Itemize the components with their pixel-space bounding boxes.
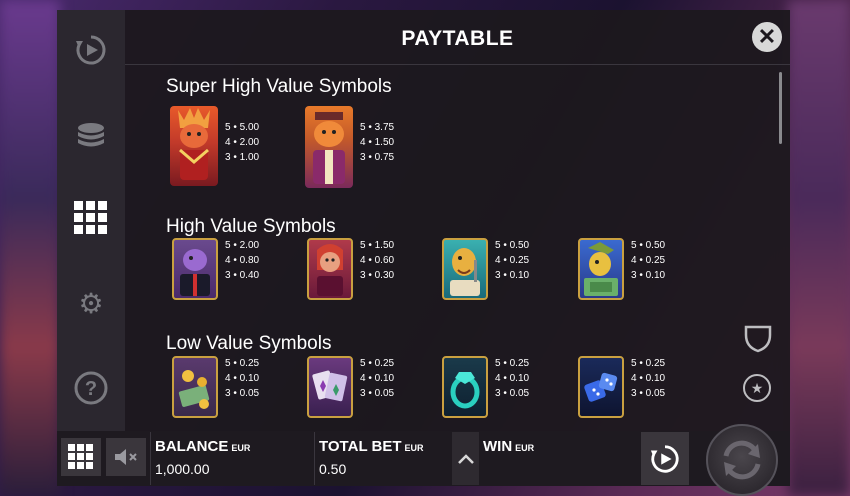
bet-label: TOTAL BET EUR <box>319 438 452 455</box>
symbol-dino-cash-blue: 5 • 0.50 4 • 0.25 3 • 0.10 <box>578 238 665 300</box>
paytable-values: 5 • 2.00 4 • 0.80 3 • 0.40 <box>225 238 259 283</box>
pay-3: 3 • 0.05 <box>631 388 666 399</box>
money-gold-icon <box>172 356 218 418</box>
pay-3: 3 • 0.05 <box>360 388 395 399</box>
pay-4: 4 • 0.25 <box>495 255 530 266</box>
paytable-values: 5 • 0.25 4 • 0.10 3 • 0.05 <box>495 356 529 401</box>
dino-lady-red-icon <box>170 106 218 186</box>
pay-3: 3 • 0.10 <box>495 270 530 281</box>
paytable-values: 5 • 0.25 4 • 0.10 3 • 0.05 <box>360 356 394 401</box>
pay-5: 5 • 0.25 <box>225 358 260 369</box>
coins-icon[interactable] <box>73 118 109 154</box>
scrollbar[interactable] <box>779 72 782 144</box>
balance-label: BALANCE EUR <box>155 438 314 455</box>
pay-4: 4 • 0.10 <box>631 373 666 384</box>
win-label: WIN EUR <box>483 438 641 455</box>
title-divider <box>125 64 790 65</box>
pay-5: 5 • 1.50 <box>360 240 395 251</box>
pay-5: 5 • 2.00 <box>225 240 260 251</box>
pay-5: 5 • 0.25 <box>495 358 530 369</box>
section-title-super-high: Super High Value Symbols <box>166 76 392 97</box>
background-right <box>788 0 850 496</box>
pay-5: 5 • 3.75 <box>360 122 395 133</box>
sidebar: ⚙ ? <box>57 10 125 431</box>
win-currency: EUR <box>515 443 535 453</box>
section-title-high: High Value Symbols <box>166 216 336 237</box>
symbol-dino-gent-orange: 5 • 3.75 4 • 1.50 3 • 0.75 <box>305 106 394 188</box>
balance-field: BALANCE EUR 1,000.00 <box>150 432 314 485</box>
pay-3: 3 • 0.05 <box>495 388 530 399</box>
balance-label-text: BALANCE <box>155 438 229 455</box>
symbol-cards-purple: 5 • 0.25 4 • 0.10 3 • 0.05 <box>307 356 394 418</box>
pay-4: 4 • 0.10 <box>225 373 260 384</box>
star-icon[interactable]: ★ <box>743 374 771 402</box>
grid-icon[interactable] <box>73 200 109 236</box>
dino-singer-teal-icon <box>442 238 488 300</box>
balance-value: 1,000.00 <box>155 461 210 477</box>
symbol-ring-teal: 5 • 0.25 4 • 0.10 3 • 0.05 <box>442 356 529 418</box>
symbol-dice-blue: 5 • 0.25 4 • 0.10 3 • 0.05 <box>578 356 665 418</box>
paytable-values: 5 • 0.25 4 • 0.10 3 • 0.05 <box>631 356 665 401</box>
pay-4: 4 • 0.80 <box>225 255 260 266</box>
pay-5: 5 • 0.25 <box>360 358 395 369</box>
paytable-values: 5 • 3.75 4 • 1.50 3 • 0.75 <box>360 120 394 165</box>
svg-text:?: ? <box>85 378 97 400</box>
dice-blue-icon <box>578 356 624 418</box>
autoplay-icon[interactable] <box>73 32 109 68</box>
symbol-money-gold: 5 • 0.25 4 • 0.10 3 • 0.05 <box>172 356 259 418</box>
help-icon[interactable]: ? <box>73 370 109 406</box>
bet-currency: EUR <box>404 443 424 453</box>
dino-gent-orange-icon <box>305 106 353 188</box>
pay-4: 4 • 0.10 <box>360 373 395 384</box>
background-left <box>0 0 60 496</box>
dino-diva-red-icon <box>307 238 353 300</box>
paytable-values: 5 • 0.50 4 • 0.25 3 • 0.10 <box>495 238 529 283</box>
cards-purple-icon <box>307 356 353 418</box>
paytable-values: 5 • 0.50 4 • 0.25 3 • 0.10 <box>631 238 665 283</box>
pay-5: 5 • 5.00 <box>225 122 260 133</box>
section-title-low: Low Value Symbols <box>166 333 332 354</box>
balance-currency: EUR <box>231 443 251 453</box>
autoplay-button[interactable] <box>641 432 689 485</box>
pay-3: 3 • 0.40 <box>225 270 260 281</box>
pay-4: 4 • 0.10 <box>495 373 530 384</box>
bet-label-text: TOTAL BET <box>319 438 402 455</box>
dino-mobster-purple-icon <box>172 238 218 300</box>
pay-3: 3 • 0.75 <box>360 152 395 163</box>
pay-3: 3 • 1.00 <box>225 152 260 163</box>
symbol-dino-diva-red: 5 • 1.50 4 • 0.60 3 • 0.30 <box>307 238 394 300</box>
pay-5: 5 • 0.50 <box>631 240 666 251</box>
win-field: WIN EUR <box>479 432 641 485</box>
total-bet-field: TOTAL BET EUR 0.50 <box>314 432 452 485</box>
pay-3: 3 • 0.10 <box>631 270 666 281</box>
pay-4: 4 • 0.25 <box>631 255 666 266</box>
speaker-mute-icon[interactable] <box>106 438 146 476</box>
pay-4: 4 • 2.00 <box>225 137 260 148</box>
pay-5: 5 • 0.25 <box>631 358 666 369</box>
close-icon[interactable]: ✕ <box>752 22 782 52</box>
paytable-values: 5 • 5.00 4 • 2.00 3 • 1.00 <box>225 120 259 165</box>
pay-3: 3 • 0.30 <box>360 270 395 281</box>
pay-5: 5 • 0.50 <box>495 240 530 251</box>
symbol-dino-singer-teal: 5 • 0.50 4 • 0.25 3 • 0.10 <box>442 238 529 300</box>
autoplay-icon <box>650 444 679 473</box>
pay-4: 4 • 0.60 <box>360 255 395 266</box>
shield-icon[interactable] <box>742 322 774 354</box>
pay-4: 4 • 1.50 <box>360 137 395 148</box>
pay-3: 3 • 0.05 <box>225 388 260 399</box>
paytable-values: 5 • 1.50 4 • 0.60 3 • 0.30 <box>360 238 394 283</box>
spin-button[interactable] <box>706 424 778 496</box>
dino-cash-blue-icon <box>578 238 624 300</box>
menu-grid-button[interactable] <box>61 438 101 476</box>
symbol-dino-lady-red: 5 • 5.00 4 • 2.00 3 • 1.00 <box>170 106 259 186</box>
bet-up-chevron-icon[interactable] <box>452 432 479 485</box>
page-title: PAYTABLE <box>401 27 514 50</box>
paytable-values: 5 • 0.25 4 • 0.10 3 • 0.05 <box>225 356 259 401</box>
win-label-text: WIN <box>483 438 513 455</box>
gear-icon[interactable]: ⚙ <box>73 286 109 322</box>
bet-value: 0.50 <box>319 461 347 477</box>
spin-arrows-icon <box>723 440 761 480</box>
ring-teal-icon <box>442 356 488 418</box>
symbol-dino-mobster-purple: 5 • 2.00 4 • 0.80 3 • 0.40 <box>172 238 259 300</box>
